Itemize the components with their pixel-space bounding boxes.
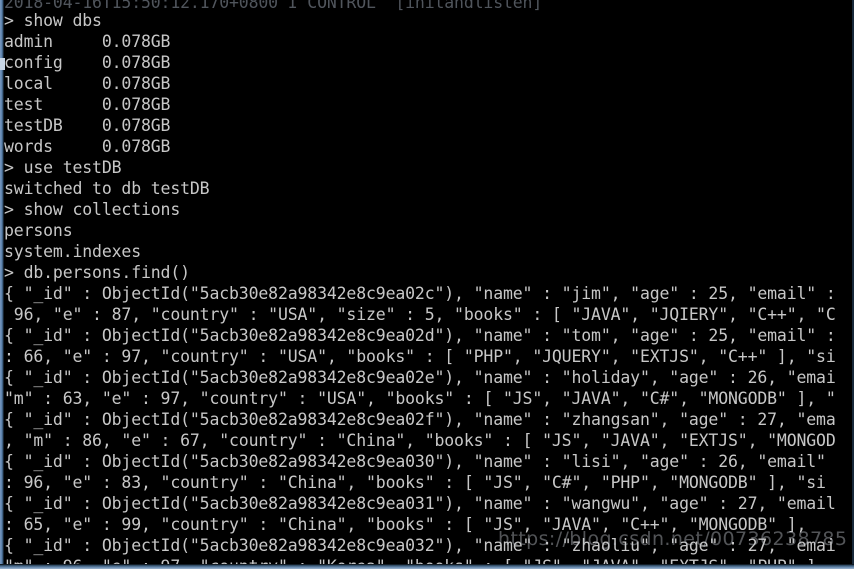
window-border-left	[0, 0, 4, 569]
terminal-line: { "_id" : ObjectId("5acb30e82a98342e8c9e…	[4, 284, 836, 303]
terminal-line: , "m" : 86, "e" : 67, "country" : "China…	[4, 431, 836, 450]
terminal-line: : 65, "e" : 99, "country" : "China", "bo…	[4, 515, 807, 534]
terminal-line: : 66, "e" : 97, "country" : "USA", "book…	[4, 347, 836, 366]
terminal-line: 96, "e" : 87, "country" : "USA", "size" …	[4, 305, 836, 324]
terminal-line: : 96, "e" : 83, "country" : "China", "bo…	[4, 473, 826, 492]
terminal-output[interactable]: 2018-04-16T15:50:12.170+0800 I CONTROL […	[4, 0, 852, 569]
terminal-line: test 0.078GB	[4, 95, 171, 114]
terminal-line: > show collections	[4, 200, 181, 219]
terminal-line: switched to db testDB	[4, 179, 210, 198]
terminal-line: config 0.078GB	[4, 53, 171, 72]
terminal-line: { "_id" : ObjectId("5acb30e82a98342e8c9e…	[4, 410, 836, 429]
terminal-line: persons	[4, 221, 73, 240]
terminal-line: "m" : 63, "e" : 97, "country" : "USA", "…	[4, 389, 836, 408]
terminal-line: admin 0.078GB	[4, 32, 171, 51]
terminal-line: > use testDB	[4, 158, 122, 177]
terminal-line: { "_id" : ObjectId("5acb30e82a98342e8c9e…	[4, 452, 826, 471]
terminal-line: > show dbs	[4, 11, 102, 30]
terminal-line: system.indexes	[4, 242, 141, 261]
terminal-line: > db.persons.find()	[4, 263, 190, 282]
terminal-line: { "_id" : ObjectId("5acb30e82a98342e8c9e…	[4, 494, 836, 513]
terminal-line: { "_id" : ObjectId("5acb30e82a98342e8c9e…	[4, 368, 836, 387]
window-border-bottom	[0, 564, 854, 569]
terminal-line: testDB 0.078GB	[4, 116, 171, 135]
terminal-line: words 0.078GB	[4, 137, 171, 156]
console-window[interactable]: 2018-04-16T15:50:12.170+0800 I CONTROL […	[0, 0, 854, 569]
terminal-line: { "_id" : ObjectId("5acb30e82a98342e8c9e…	[4, 326, 836, 345]
scrollbar-thumb[interactable]	[0, 58, 5, 70]
terminal-line: { "_id" : ObjectId("5acb30e82a98342e8c9e…	[4, 536, 836, 555]
terminal-line: local 0.078GB	[4, 74, 171, 93]
